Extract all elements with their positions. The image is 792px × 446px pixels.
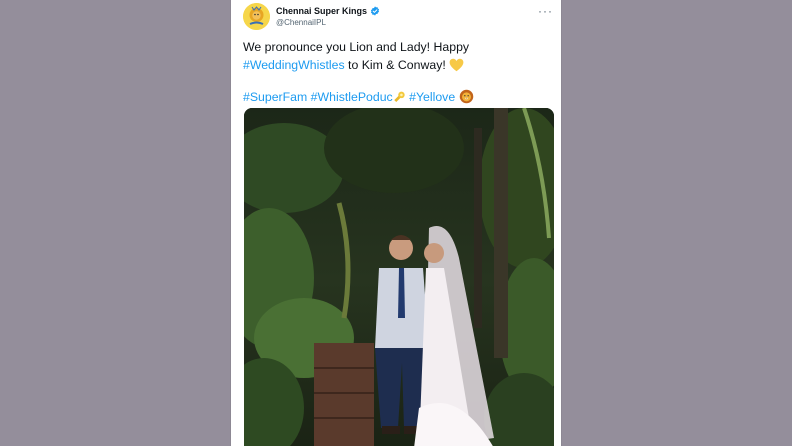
more-options-icon[interactable]: ··· xyxy=(538,4,553,18)
tweet-text: We pronounce you Lion and Lady! Happy #W… xyxy=(243,38,553,109)
csk-lion-logo-icon xyxy=(243,3,270,30)
lion-icon xyxy=(459,89,474,109)
tweet-line-2: #WeddingWhistles to Kim & Conway! xyxy=(243,56,553,77)
avatar[interactable] xyxy=(243,3,270,30)
tweet-hashtags-line: #SuperFam #WhistlePoduc #Yellove xyxy=(243,88,553,109)
author-name[interactable]: Chennai Super Kings xyxy=(276,6,380,16)
wedding-photo[interactable] xyxy=(244,108,554,446)
hashtag-yellove[interactable]: #Yellove xyxy=(409,90,455,104)
author-handle[interactable]: @ChennaiIPL xyxy=(276,18,326,27)
yellow-heart-icon xyxy=(449,58,464,77)
verified-badge-icon xyxy=(370,6,380,16)
tweet-line-1: We pronounce you Lion and Lady! Happy xyxy=(243,40,470,54)
hashtag-superfam[interactable]: #SuperFam xyxy=(243,90,307,104)
hashtag-weddingwhistles[interactable]: #WeddingWhistles xyxy=(243,58,345,72)
hashtag-whistlepodu[interactable]: #WhistlePoduc xyxy=(311,90,393,104)
author-name-text: Chennai Super Kings xyxy=(276,6,368,16)
photo-image xyxy=(244,108,554,446)
whistle-icon xyxy=(393,91,406,109)
tweet-card[interactable]: Chennai Super Kings @ChennaiIPL ··· We p… xyxy=(231,0,561,446)
tweet-line-2-text: to Kim & Conway! xyxy=(344,58,450,72)
